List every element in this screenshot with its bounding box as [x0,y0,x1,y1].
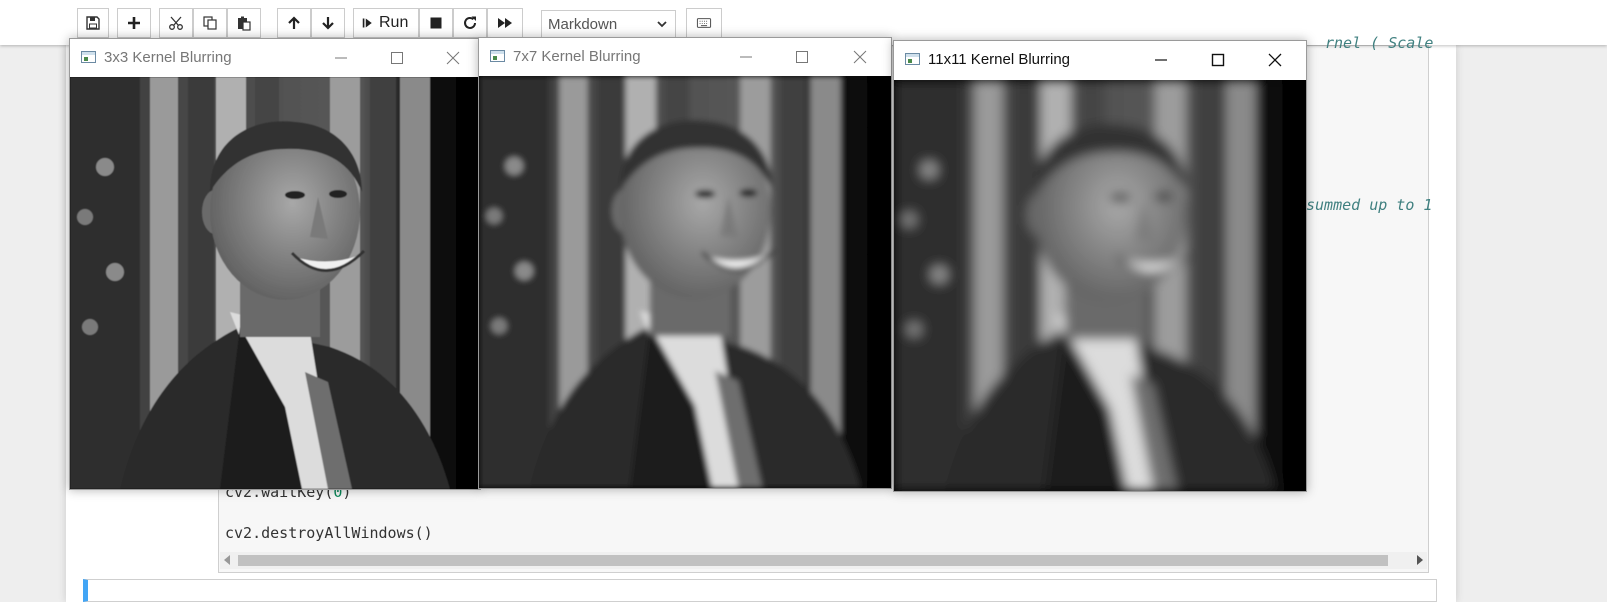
opencv-app-icon [905,53,920,65]
add-cell-icon [128,17,140,29]
close-icon [446,51,460,64]
minimize-button[interactable] [318,39,364,76]
move-down-icon [322,17,334,30]
maximize-icon [391,51,403,64]
restart-run-all-button[interactable] [487,8,523,38]
next-cell-selected[interactable] [83,579,1437,602]
copy-button[interactable] [193,8,227,38]
window-title: 7x7 Kernel Blurring [513,48,641,65]
window-title: 3x3 Kernel Blurring [104,49,232,66]
blurred-image-11x11 [894,80,1306,491]
window-titlebar[interactable]: 3x3 Kernel Blurring [70,39,480,76]
window-titlebar[interactable]: 11x11 Kernel Blurring [894,41,1306,78]
close-icon [853,50,867,63]
restart-icon [464,16,476,29]
maximize-icon [1211,53,1225,66]
chevron-down-icon [657,21,667,28]
interrupt-kernel-button[interactable] [419,8,453,38]
save-button[interactable] [77,8,109,38]
code-line-destroy: cv2.destroyAllWindows() [225,524,433,542]
move-up-icon [288,16,300,29]
opencv-window-3x3[interactable]: 3x3 Kernel Blurring [69,38,481,490]
cell-type-select[interactable]: Markdown [541,10,676,38]
opencv-window-11x11[interactable]: 11x11 Kernel Blurring [893,40,1307,492]
run-button-label: Run [379,14,409,31]
minimize-icon [335,57,347,58]
minimize-button[interactable] [723,38,769,75]
horizontal-scrollbar[interactable] [220,552,1427,569]
close-icon [1268,53,1282,66]
code-comment-partial: rnel ( Scale [1325,34,1434,52]
keyboard-icon [696,18,712,28]
save-icon [86,16,100,30]
opencv-app-icon [490,50,505,62]
scroll-left-arrow[interactable] [224,555,230,565]
restart-kernel-button[interactable] [453,8,487,38]
window-title: 11x11 Kernel Blurring [928,51,1071,68]
paste-icon [238,16,251,31]
opencv-window-7x7[interactable]: 7x7 Kernel Blurring [478,37,892,489]
code-comment-partial: summed up to 1 [1306,196,1433,214]
fast-forward-icon [498,18,512,28]
opencv-app-icon [81,51,96,63]
run-button[interactable]: Run [353,8,419,38]
close-button[interactable] [837,38,883,75]
window-titlebar[interactable]: 7x7 Kernel Blurring [479,38,891,75]
command-palette-button[interactable] [686,8,722,38]
paste-button[interactable] [227,8,261,38]
blurred-image-3x3 [70,77,480,489]
scroll-right-arrow[interactable] [1417,555,1423,565]
insert-cell-button[interactable] [117,8,151,38]
minimize-button[interactable] [1138,41,1184,78]
close-button[interactable] [430,39,476,76]
blurred-image-7x7 [479,76,891,488]
minimize-icon [740,56,752,57]
maximize-button[interactable] [1195,41,1241,78]
scrollbar-thumb[interactable] [238,555,1388,566]
maximize-button[interactable] [779,38,825,75]
maximize-button[interactable] [374,39,420,76]
cut-icon [169,16,183,30]
maximize-icon [796,50,808,63]
copy-icon [203,16,217,30]
minimize-icon [1155,58,1167,61]
move-cell-down-button[interactable] [311,8,345,38]
cut-button[interactable] [159,8,193,38]
move-cell-up-button[interactable] [277,8,311,38]
close-button[interactable] [1252,41,1298,78]
cell-type-value: Markdown [548,15,618,33]
stop-icon [430,17,442,29]
run-icon [362,18,372,28]
